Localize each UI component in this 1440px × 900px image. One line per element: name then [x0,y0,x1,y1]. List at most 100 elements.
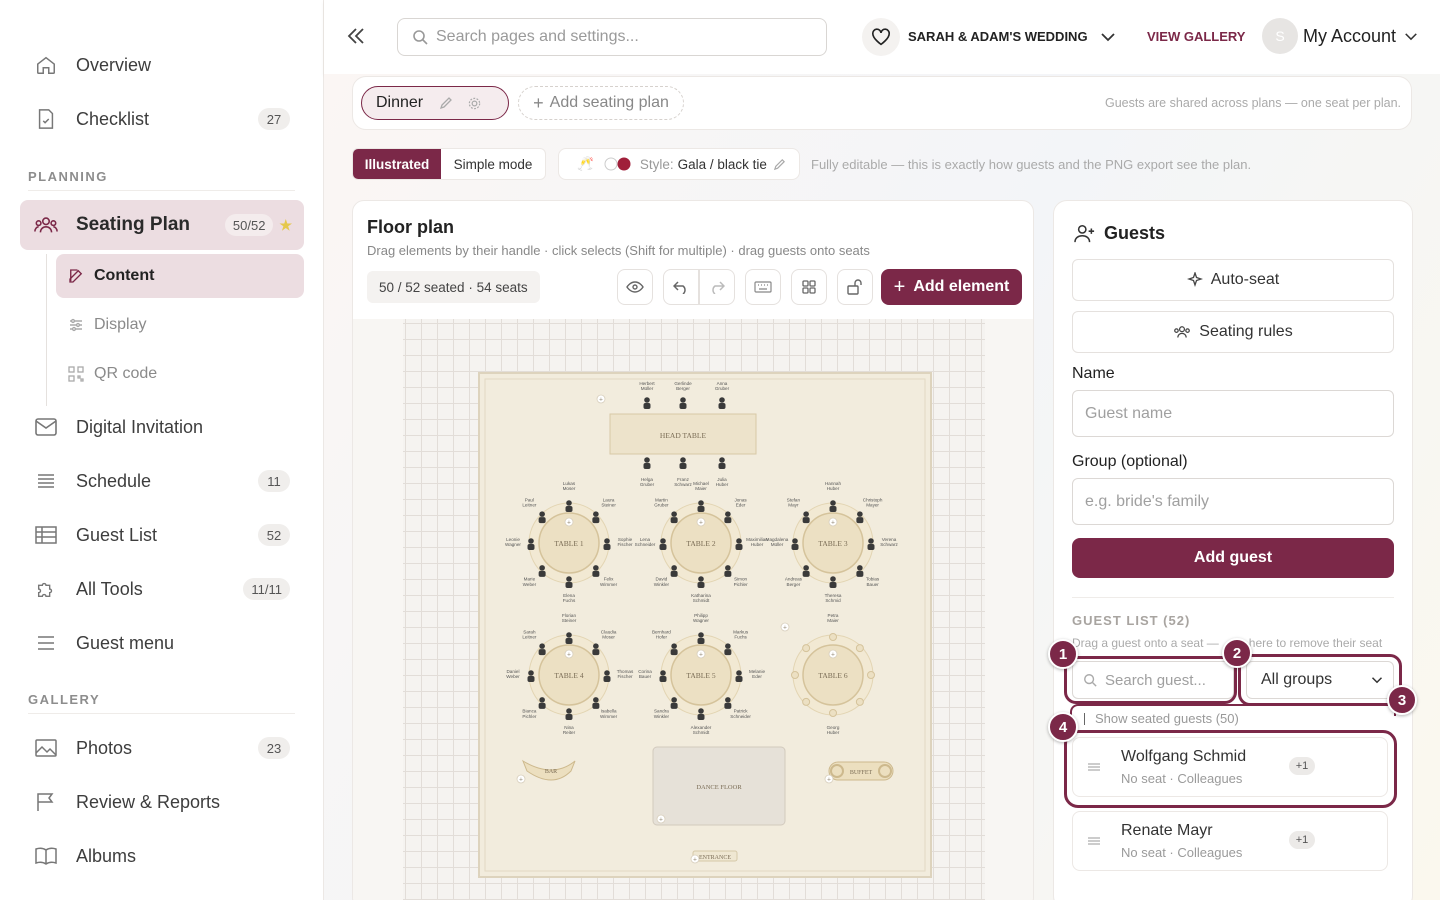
guest-figure [725,565,731,571]
name-label: Name [1072,365,1115,382]
seat-guest-name: Corina Bauer [638,669,652,679]
mode-illustrated[interactable]: Illustrated [353,149,441,179]
floor-canvas[interactable]: HEAD TABLE Herbert Müller Gerlinde Berger Ann… [353,319,1034,900]
plans-note: Guests are shared across plans — one sea… [1105,96,1401,110]
plan-tab-dinner[interactable]: Dinner [361,86,509,120]
nav-guest-menu-label: Guest menu [76,632,175,653]
guest-figure [719,397,725,403]
guest-figure [604,538,610,544]
nav-overview-label: Overview [76,54,152,75]
guest-figure [829,506,837,512]
guest-figure [698,576,704,582]
auto-seat-label: Auto-seat [1210,271,1280,288]
redo-icon[interactable] [699,269,735,305]
gear-icon[interactable] [467,96,482,111]
chevron-down-icon [1404,32,1418,41]
sub-display[interactable]: Display [56,303,304,347]
highlight-groups [1238,654,1402,706]
add-guest-button[interactable]: Add guest [1072,538,1394,578]
guest-figure [724,649,732,656]
guest-figure [867,544,875,550]
home-icon [32,54,60,76]
guest-name-input[interactable]: Guest name [1072,390,1394,437]
auto-seat-button[interactable]: Auto-seat [1072,259,1394,301]
seat-guest-name: Florian Steiner [562,613,577,623]
global-search[interactable]: Search pages and settings... [397,18,827,56]
style-selector[interactable]: 🥂 Style: Gala / black tie [558,148,800,180]
seat-guest-name: Bianca Pichler [522,709,537,719]
guest-item[interactable]: Renate Mayr No seat · Colleagues +1 [1072,811,1388,871]
main-content: Dinner + Add seating plan Guests are sha… [324,74,1440,900]
unlock-icon[interactable] [837,269,873,305]
collapse-sidebar-icon[interactable] [346,26,366,46]
table-label: TABLE 1 [554,539,583,548]
mode-simple[interactable]: Simple mode [441,149,545,179]
grid-icon[interactable] [791,269,827,305]
guest-figure [719,457,725,463]
seating-rules-button[interactable]: Seating rules [1072,311,1394,353]
empty-seat [802,644,811,653]
seat-guest-name: Nina Reiter [563,725,576,735]
nav-review-reports[interactable]: Review & Reports [20,779,304,825]
nav-all-tools[interactable]: All Tools 11/11 [20,566,304,612]
nav-overview[interactable]: Overview [20,42,304,88]
nav-review-label: Review & Reports [76,791,221,812]
guest-figure [593,511,599,517]
guest-figure [679,463,687,469]
sub-qr[interactable]: QR code [56,352,304,396]
add-seating-plan-button[interactable]: + Add seating plan [518,86,684,120]
empty-seat [791,671,799,679]
undo-icon[interactable] [663,269,699,305]
guest-figure [857,565,863,571]
nav-guest-menu[interactable]: Guest menu [20,620,304,666]
guest-figure [671,511,677,517]
keyboard-icon[interactable] [745,269,781,305]
plus-icon: + [893,275,906,298]
nav-schedule-label: Schedule [76,470,152,491]
seat-guest-name: Alexander Schmidt [691,725,712,735]
guest-figure [670,702,678,709]
eye-icon[interactable] [617,269,653,305]
flag-icon [32,792,60,812]
seat-guest-name: Gerlinde Berger [674,381,692,391]
guest-figure [679,403,687,409]
avatar[interactable]: S [1262,18,1298,54]
nav-digital-invitation[interactable]: Digital Invitation [20,404,304,450]
guest-figure [659,544,667,550]
guest-figure [698,708,704,714]
guest-figure [643,463,651,469]
guest-figure [670,570,678,577]
pencil-icon[interactable] [439,96,453,110]
star-icon: ★ [279,216,292,233]
heart-icon[interactable] [862,18,900,56]
seat-guest-name: Sarah Leitner [522,629,537,639]
nav-seating-plan[interactable]: Seating Plan 50/52 ★ [20,200,304,250]
seat-guest-name: Sandra Winkler [654,709,670,719]
seat-guest-name: Helga Gruber [640,477,655,487]
account-menu[interactable]: My Account [1303,26,1418,47]
nav-photos[interactable]: Photos 23 [20,725,304,771]
guest-figure [528,538,534,544]
guest-figure [592,702,600,709]
drag-handle-icon[interactable] [1087,836,1101,846]
sub-content[interactable]: Content [56,254,304,298]
event-selector[interactable]: SARAH & ADAM'S WEDDING [908,29,1116,44]
nav-albums[interactable]: Albums [20,833,304,879]
guest-figure [539,697,545,703]
floor-plan-illustration[interactable]: HEAD TABLEHerbert MüllerGerlinde BergerAnn… [353,319,1034,900]
seat-guest-name: Michael Maier [693,481,709,491]
add-seat-plus: + [831,519,835,527]
guest-figure [539,643,545,649]
nav-checklist[interactable]: Checklist 27 [20,96,304,142]
guest-figure [670,517,678,524]
nav-invitation-label: Digital Invitation [76,416,204,437]
guest-figure [539,565,545,571]
guest-figure [856,570,864,577]
nav-guest-list[interactable]: Guest List 52 [20,512,304,558]
group-input[interactable]: e.g. bride's family [1072,478,1394,525]
nav-schedule[interactable]: Schedule 11 [20,458,304,504]
edit-icon [66,267,86,285]
add-element-button[interactable]: + Add element [881,269,1022,305]
empty-seat [855,697,864,706]
view-gallery-link[interactable]: VIEW GALLERY [1147,29,1245,44]
